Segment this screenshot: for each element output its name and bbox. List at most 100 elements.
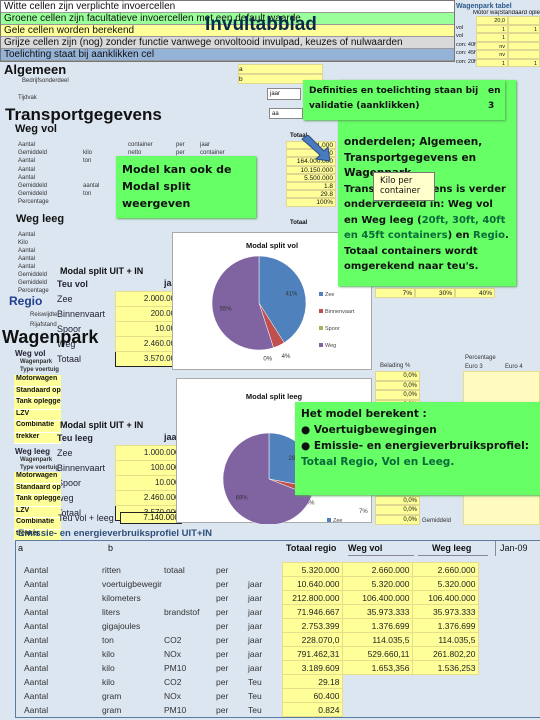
label-cell: Aantal xyxy=(24,606,49,617)
emissie-row: Aantal gram PM10 per Teu 0.824 xyxy=(22,702,478,717)
label-cell: jaar xyxy=(248,634,263,645)
label-cell: per xyxy=(216,564,229,575)
label-cell: per xyxy=(216,690,229,701)
vehicle-type: Tank oplegger xyxy=(14,398,61,410)
totaal-cell: 5.500.000 xyxy=(286,173,336,182)
value-cell xyxy=(412,689,478,703)
input-a[interactable]: a xyxy=(238,64,323,74)
row-label: Aantal xyxy=(18,248,36,254)
label-cell: per xyxy=(216,704,229,715)
row-cell: ton xyxy=(83,158,92,165)
wagenpark-leeg-title: Weg leeg xyxy=(15,447,50,456)
belading-cell: 0,0% xyxy=(375,505,420,515)
label-cell: Aantal xyxy=(24,634,49,645)
row-label: Gemiddeld xyxy=(18,280,48,286)
pie-data-label: 41% xyxy=(285,292,298,298)
row-cell: ton xyxy=(83,191,92,198)
vehicle-type: LZV xyxy=(14,506,61,518)
reiswijdte-label: Reiswijdte xyxy=(30,312,58,318)
modal-split-title: Modal split UIT + IN xyxy=(60,420,144,430)
label-cell: per xyxy=(216,648,229,659)
type-voertuig: Type voertuig xyxy=(20,367,59,373)
label-cell: CO2 xyxy=(164,676,182,687)
value-cell: 60.400 xyxy=(281,688,343,703)
row-label: Kilo xyxy=(18,240,29,246)
row-label: con: 20ft leeg xyxy=(456,58,476,65)
value-cell: 212.800.000 xyxy=(281,590,343,605)
value-cell: 2.660.000 xyxy=(341,562,413,577)
teu-sum-value: 7.140.000 xyxy=(120,512,182,524)
tooltip-kilo: Kilo per container xyxy=(373,172,435,201)
label-cell: Aantal xyxy=(24,662,49,673)
value-cell: 1.376.699 xyxy=(341,618,413,633)
wagenpark-row: con: 20ft leeg11 xyxy=(456,58,540,67)
label-cell: ton xyxy=(102,634,114,645)
row-label: con: 40ft vol xyxy=(456,41,476,48)
modal-split-row: weg 2.460.000 xyxy=(57,489,181,506)
label-cell xyxy=(162,577,214,591)
value-cell: 5.320.000 xyxy=(341,576,413,591)
euro4-label: Euro 4 xyxy=(505,364,523,370)
belading-label: Belading % xyxy=(380,363,411,369)
legend-swatch xyxy=(319,343,323,347)
belading-cell: 0,0% xyxy=(375,371,420,381)
value-cell: 114.035,5 xyxy=(411,632,479,647)
row-label: vol xyxy=(456,33,464,39)
mode-label: Binnenvaart xyxy=(57,308,106,319)
value-cell: 71.946.667 xyxy=(281,604,343,619)
label-cell: brandstof xyxy=(164,606,200,617)
tijdvak-label: Tijdvak xyxy=(18,95,37,101)
sheet-title: Invultabblad xyxy=(205,14,317,35)
callout-text: 3 xyxy=(488,101,495,111)
label-cell: liters xyxy=(102,606,120,617)
legend-swatch xyxy=(319,326,323,330)
emissie-panel: a b Totaal regio Weg vol Weg leeg Jan-09… xyxy=(15,540,540,718)
mode-value: 10.000 xyxy=(114,474,181,491)
leeg-percentages: 7% 30% 40% xyxy=(375,288,495,298)
label-cell: PM10 xyxy=(164,704,187,715)
belading-cell: 0,0% xyxy=(375,514,420,525)
modal-split-leeg-table: Modal split UIT + IN Teu leeg jaar Zee 1.00… xyxy=(57,420,181,521)
emissie-row: Aantal kilo CO2 per Teu 29.18 xyxy=(22,674,478,689)
label-cell: kilo xyxy=(102,676,115,687)
callout-modal-split: Model kan ook de Modal split weergeven xyxy=(116,156,256,218)
wagenpark-title: Wagenpark xyxy=(2,327,99,347)
col-header: Teu vol xyxy=(57,278,88,289)
bedrijf-label: Bedrijfsonderdeel xyxy=(22,78,69,84)
value-cell xyxy=(412,675,478,689)
emissie-title: Emissie- en energieverbruiksprofiel UIT+… xyxy=(18,528,213,539)
label-cell: Aantal xyxy=(24,592,49,603)
modal-split-row: Spoor 10.000 xyxy=(57,474,181,491)
regio-title: Regio xyxy=(9,294,43,308)
label-cell: jaar xyxy=(248,648,263,659)
percent-cell: 30% xyxy=(415,288,455,298)
mode-value: 2.460.000 xyxy=(114,489,181,506)
col-header: Teu leeg xyxy=(57,432,93,443)
row-cell: container xyxy=(128,142,153,148)
tijdvak-select[interactable]: jaar xyxy=(267,88,301,100)
row-cell: Gemiddeld xyxy=(18,150,48,157)
label-cell: Aantal xyxy=(24,704,49,715)
modal-split-row: Totaal 3.570.000 xyxy=(57,350,181,367)
value-cell: 791.462,31 xyxy=(281,646,343,661)
label-cell xyxy=(162,591,214,605)
mode-value: 2.000.000 xyxy=(114,290,181,307)
value-cell: 10.640.000 xyxy=(281,576,343,591)
label-cell: kilo xyxy=(102,662,115,673)
legend-swatch xyxy=(319,309,323,313)
row-label xyxy=(456,16,476,25)
col-a: a xyxy=(18,543,24,553)
value-cell: 1.536,253 xyxy=(411,660,479,675)
emissie-row: Aantal gram NOx per Teu 60.400 xyxy=(22,688,478,703)
pie-data-label: 0% xyxy=(263,356,272,362)
extra-select[interactable]: aa xyxy=(269,108,303,119)
belading-cell: 0,0% xyxy=(375,380,420,391)
mode-label: Zee xyxy=(57,293,73,304)
value-cell xyxy=(342,675,412,689)
label-cell xyxy=(246,563,282,577)
callout-text: Regio xyxy=(473,230,505,241)
wagenpark-row: con: 40ft volnv xyxy=(456,41,540,50)
wagenpark-sub: Wagenpark xyxy=(20,359,53,365)
legend-entry: Spoor xyxy=(325,326,340,332)
belading-cell: 0,0% xyxy=(375,390,420,400)
